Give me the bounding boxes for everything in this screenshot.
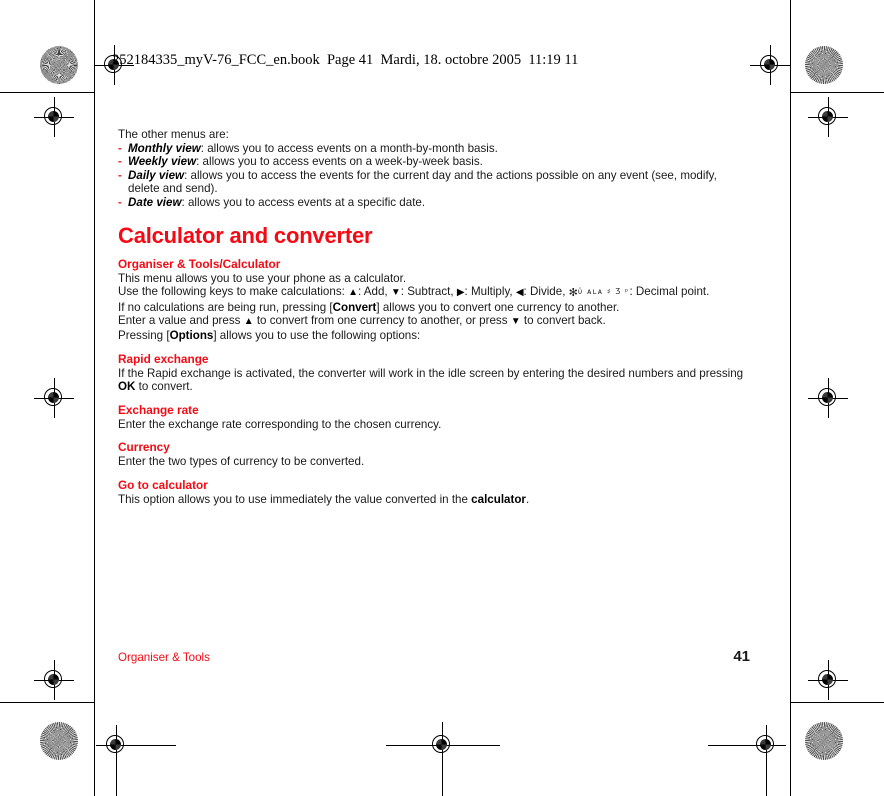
book-file-slug: 252184335_myV-76_FCC_en.book Page 41 Mar… (112, 52, 579, 68)
menu-desc: : allows you to access the events for th… (128, 168, 717, 196)
bleed-line-top-right (790, 92, 884, 93)
enter-text-b: to convert from one currency to another,… (253, 314, 511, 328)
option-text-a: This option allows you to use immediatel… (118, 492, 472, 506)
arrow-up-icon: ▲ (243, 316, 254, 328)
arrow-right-icon: ▶ (456, 287, 465, 299)
decimal-point-label: : Decimal point. (629, 285, 710, 299)
key-multiply-label: : Multiply, (464, 285, 516, 299)
bleed-line-bottom-right (790, 702, 884, 703)
footer-chapter-name: Organiser & Tools (118, 651, 210, 664)
option-text-b: to convert. (135, 380, 193, 394)
option-text-a: If the Rapid exchange is activated, the … (118, 366, 744, 380)
list-dash: - (118, 141, 122, 155)
arrow-down-icon: ▼ (390, 287, 401, 299)
bleed-line-bottom-strip-right (708, 745, 768, 746)
menu-term: Date view (128, 195, 182, 209)
crosshair-top-right (750, 45, 790, 85)
option-text-b: . (525, 492, 530, 506)
arrow-down-icon: ▼ (510, 316, 521, 328)
crosshair-middle-left (34, 378, 74, 418)
trim-line-left (94, 0, 95, 796)
bleed-line-bottom-mid-left (116, 726, 117, 796)
key-add-label: : Add, (357, 285, 391, 299)
arrow-up-icon: ▲ (348, 287, 358, 299)
page-title: Calculator and converter (118, 222, 373, 248)
calculator-bold-label: calculator (471, 492, 526, 506)
star-key-icon: ✻ (568, 287, 578, 300)
option-body-rapid-exchange: If the Rapid exchange is activated, the … (118, 367, 750, 394)
intro-paragraph: The other menus are: (118, 128, 229, 141)
list-dash: - (118, 155, 122, 169)
bleed-line-bottom-center-right (452, 745, 500, 746)
crosshair-bottom-right (746, 725, 786, 765)
enter-text-c: to convert back. (520, 314, 606, 328)
list-item: - Daily view: allows you to access the ev… (118, 169, 750, 196)
rosette-target-top-right (805, 46, 843, 84)
crosshair-middle-right (808, 378, 848, 418)
option-heading-exchange-rate: Exchange rate (118, 402, 199, 417)
menu-desc: : allows you to access events on a month… (200, 141, 498, 155)
list-item: - Monthly view: allows you to access even… (118, 142, 750, 156)
crosshair-lower-right (808, 660, 848, 700)
calculator-keys-paragraph: Use the following keys to make calculati… (118, 285, 750, 301)
trim-line-right (790, 0, 791, 796)
list-dash: - (118, 195, 122, 209)
list-item: - Weekly view: allows you to access event… (118, 155, 750, 169)
bleed-line-bottom-center (442, 722, 443, 796)
option-heading-go-to-calculator: Go to calculator (118, 477, 208, 492)
key-divide-label: : Divide, (523, 285, 569, 299)
menu-desc: : allows you to access events at a speci… (181, 195, 426, 209)
crosshair-lower-left (34, 660, 74, 700)
option-heading-currency: Currency (118, 440, 170, 455)
list-item: - Date view: allows you to access events … (118, 196, 750, 210)
rosette-target-bottom-left (40, 722, 78, 760)
page-footer: Organiser & Tools 41 (118, 648, 750, 665)
convert-softkey-label: Convert (332, 300, 377, 314)
options-softkey-label: Options (169, 328, 214, 342)
option-text-a: Enter the two types of currency to be co… (118, 455, 365, 469)
convert-text-b: ] allows you to convert one currency to … (376, 300, 620, 314)
bleed-line-top-left (0, 92, 94, 93)
option-body-currency: Enter the two types of currency to be co… (118, 455, 750, 469)
page-content: The other menus are: - Monthly view: allo… (118, 128, 750, 507)
options-text-b: ] allows you to use the following option… (213, 328, 421, 342)
convert-paragraph: If no calculations are being run, pressi… (118, 301, 750, 315)
rosette-target-top-left (40, 46, 78, 84)
enter-value-paragraph: Enter a value and press ▲ to convert fro… (118, 314, 750, 329)
crosshair-bottom-left (96, 725, 136, 765)
option-body-go-to-calculator: This option allows you to use immediatel… (118, 493, 750, 507)
arrow-left-icon: ◀ (515, 287, 524, 299)
enter-text-a: Enter a value and press (118, 314, 244, 328)
rosette-target-bottom-right (805, 722, 843, 760)
keys-prefix: Use the following keys to make calculati… (118, 285, 349, 299)
option-text-a: Enter the exchange rate corresponding to… (118, 417, 442, 431)
bleed-line-bottom-left (0, 702, 94, 703)
footer-page-number: 41 (733, 648, 750, 665)
ok-key-label: OK (118, 380, 136, 394)
crosshair-upper-left (34, 97, 74, 137)
menu-intro-paragraph: This menu allows you to use your phone a… (118, 271, 407, 285)
bleed-line-bottom-center-left (386, 745, 434, 746)
key-subtract-label: : Subtract, (400, 285, 457, 299)
options-text-a: Pressing [ (118, 328, 170, 342)
list-dash: - (118, 168, 122, 182)
option-heading-rapid-exchange: Rapid exchange (118, 351, 209, 366)
menu-desc: : allows you to access events on a week-… (196, 155, 483, 169)
keypad-symbol-glyphs: ὐ ᴀʟᴀ ♯ Ʒ ᵖ (577, 287, 630, 297)
menu-term: Daily view (128, 168, 185, 182)
crosshair-upper-right (808, 97, 848, 137)
menu-term: Monthly view (128, 141, 201, 155)
crosshair-bottom-center (422, 725, 462, 765)
bleed-line-bottom-strip-left (116, 745, 176, 746)
option-body-exchange-rate: Enter the exchange rate corresponding to… (118, 418, 750, 432)
convert-text-a: If no calculations are being run, pressi… (118, 300, 333, 314)
bleed-line-bottom-mid-right (766, 726, 767, 796)
section-subtitle: Organiser & Tools/Calculator (118, 256, 281, 271)
options-paragraph: Pressing [Options] allows you to use the… (118, 329, 750, 343)
other-menus-list: - Monthly view: allows you to access even… (118, 142, 750, 210)
menu-term: Weekly view (128, 155, 197, 169)
